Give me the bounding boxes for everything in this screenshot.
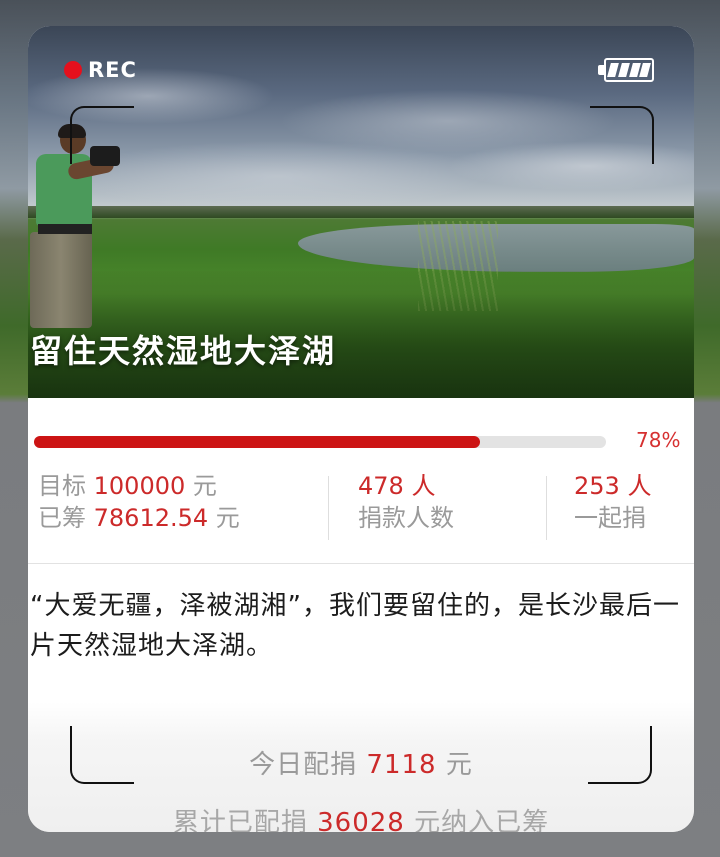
viewfinder-corner-top-right [590,106,654,164]
stats-row: 目标 100000 元 已筹 78612.54 元 478 人 捐款人数 253… [28,468,694,568]
matching-total-prefix: 累计已配捐 [172,808,308,832]
progress-percent: 78% [636,428,681,452]
funding-progress-bar [34,436,606,448]
section-divider [28,563,694,564]
donors-unit: 人 [411,472,436,500]
matching-total-value: 36028 [317,808,405,832]
viewfinder-corner-top-left [70,106,134,164]
viewfinder-corner-bottom-left [70,726,134,784]
rec-indicator: REC [64,58,137,82]
raised-unit: 元 [215,504,240,532]
target-unit: 元 [192,472,217,500]
stat-donors: 478 人 捐款人数 [358,470,454,534]
donors-label: 捐款人数 [358,504,454,532]
donors-value: 478 [358,472,404,500]
viewfinder-corner-bottom-right [588,726,652,784]
raised-value: 78612.54 [93,504,209,532]
hero-photo: REC 留住天然湿地大泽湖 [28,26,694,398]
record-dot-icon [64,61,82,79]
matching-total-suffix: 元纳入已筹 [414,808,550,832]
matching-today-suffix: 元 [445,750,473,780]
stat-group: 253 人 一起捐 [574,470,651,534]
matching-today-value: 7118 [366,750,437,780]
battery-icon [598,58,654,82]
matching-today-prefix: 今日配捐 [249,750,358,780]
group-value: 253 [574,472,620,500]
matching-total: 累计已配捐 36028 元纳入已筹 [28,802,694,832]
group-label: 一起捐 [574,504,646,532]
stat-divider [546,476,547,540]
group-unit: 人 [627,472,652,500]
raised-label: 已筹 [38,504,86,532]
campaign-title: 留住天然湿地大泽湖 [30,332,337,370]
stat-divider [328,476,329,540]
campaign-description: “大爱无疆，泽被湖湘”，我们要留住的，是长沙最后一片天然湿地大泽湖。 [30,591,680,661]
progress-fill [34,436,481,448]
target-label: 目标 [38,472,86,500]
rec-label: REC [88,58,137,82]
stat-target-raised: 目标 100000 元 已筹 78612.54 元 [38,470,240,534]
campaign-card: REC 留住天然湿地大泽湖 78% 目标 100000 元 已筹 78612.5… [28,26,694,832]
target-value: 100000 [93,472,186,500]
